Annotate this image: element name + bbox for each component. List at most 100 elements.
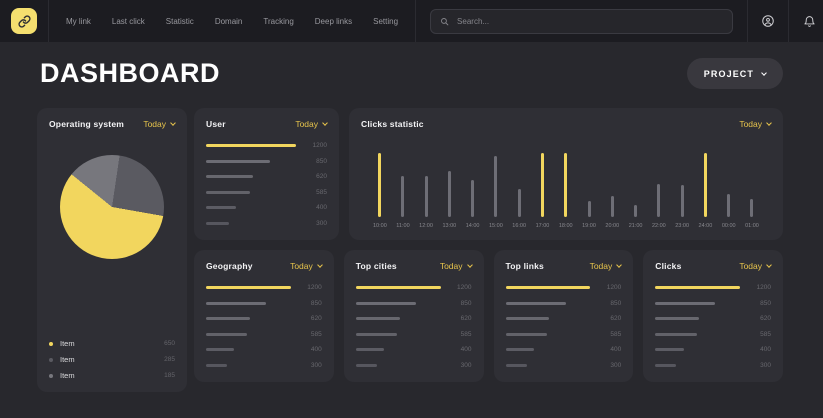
bar-track: [206, 286, 291, 289]
period-dropdown[interactable]: Today: [590, 261, 622, 271]
card-clicks: Clicks Today 1200850620585400300: [643, 250, 783, 382]
bar: [494, 156, 497, 217]
bar-area: [425, 153, 428, 217]
bar-value: 850: [449, 300, 472, 307]
x-axis-tick-label: 13:00: [442, 223, 456, 229]
card-title: Top cities: [356, 261, 397, 271]
logo-button[interactable]: [11, 8, 37, 34]
legend-dot: [49, 374, 53, 378]
user-bar-chart: 1200850620585400300: [206, 142, 327, 229]
nav-links: My link Last click Statistic Domain Trac…: [49, 0, 415, 42]
x-axis-tick-label: 00:00: [722, 223, 736, 229]
nav-link-deep-links[interactable]: Deep links: [315, 17, 352, 26]
x-axis-tick-label: 16:00: [512, 223, 526, 229]
bar-value: 850: [304, 158, 327, 165]
top-navbar: My link Last click Statistic Domain Trac…: [0, 0, 823, 42]
period-dropdown[interactable]: Today: [295, 119, 327, 129]
nav-link-tracking[interactable]: Tracking: [263, 17, 293, 26]
bar-row: 585: [206, 189, 327, 196]
card-top-links: Top links Today 1200850620585400300: [494, 250, 634, 382]
link-icon: [18, 15, 31, 28]
period-dropdown[interactable]: Today: [440, 261, 472, 271]
operating-system-pie-chart: [60, 155, 164, 259]
bar-track: [206, 348, 291, 351]
period-label: Today: [295, 119, 318, 129]
nav-link-my-link[interactable]: My link: [66, 17, 91, 26]
bar: [657, 184, 660, 217]
bar-column: 17:00: [536, 143, 550, 229]
card-title: Clicks statistic: [361, 119, 424, 129]
project-dropdown-button[interactable]: PROJECT: [687, 58, 783, 89]
period-dropdown[interactable]: Today: [739, 119, 771, 129]
bar: [206, 286, 291, 289]
bar-track: [356, 286, 441, 289]
period-dropdown[interactable]: Today: [143, 119, 175, 129]
bar-value: 1200: [598, 284, 621, 291]
card-operating-system: Operating system Today Item650Item285Ite…: [37, 108, 187, 392]
chevron-down-icon: [761, 70, 767, 76]
bar-value: 1200: [748, 284, 771, 291]
bar-value: 1200: [449, 284, 472, 291]
bar: [506, 333, 547, 336]
bar: [206, 160, 270, 163]
period-dropdown[interactable]: Today: [739, 261, 771, 271]
bar-value: 585: [304, 189, 327, 196]
period-label: Today: [440, 261, 463, 271]
bar-column: 01:00: [745, 143, 759, 229]
bar-area: [681, 153, 684, 217]
bar: [206, 144, 296, 147]
card-top-cities: Top cities Today 1200850620585400300: [344, 250, 484, 382]
chevron-down-icon: [766, 120, 772, 126]
bar-track: [356, 364, 441, 367]
bar-value: 300: [449, 362, 472, 369]
bar-track: [206, 317, 291, 320]
dashboard-grid: Operating system Today Item650Item285Ite…: [0, 108, 823, 392]
bar-value: 620: [449, 315, 472, 322]
search-input[interactable]: [455, 16, 723, 27]
bar-track: [206, 175, 296, 178]
bar-column: 21:00: [629, 143, 643, 229]
legend-row: Item185: [49, 371, 175, 380]
clicks-bar-chart: 1200850620585400300: [655, 284, 771, 371]
bar: [448, 171, 451, 217]
bar: [655, 333, 696, 336]
nav-link-domain[interactable]: Domain: [215, 17, 243, 26]
bar-area: [541, 153, 544, 217]
bar-row: 850: [356, 300, 472, 307]
card-user: User Today 1200850620585400300: [194, 108, 339, 240]
bar: [356, 364, 377, 367]
account-button[interactable]: [747, 0, 788, 42]
bar-row: 620: [506, 315, 622, 322]
nav-link-last-click[interactable]: Last click: [112, 17, 145, 26]
bar: [206, 222, 229, 225]
x-axis-tick-label: 20:00: [605, 223, 619, 229]
bar-row: 1200: [356, 284, 472, 291]
x-axis-tick-label: 17:00: [536, 223, 550, 229]
bar-row: 620: [206, 315, 322, 322]
period-label: Today: [143, 119, 166, 129]
bar-track: [506, 317, 591, 320]
nav-link-setting[interactable]: Setting: [373, 17, 398, 26]
nav-link-statistic[interactable]: Statistic: [166, 17, 194, 26]
bar-track: [206, 144, 296, 147]
chevron-down-icon: [317, 262, 323, 268]
bar-row: 400: [206, 346, 322, 353]
bar-row: 300: [206, 362, 322, 369]
bar-column: 11:00: [396, 143, 409, 229]
bar-value: 400: [748, 346, 771, 353]
bar-row: 1200: [506, 284, 622, 291]
bar-value: 400: [598, 346, 621, 353]
bar-track: [655, 333, 740, 336]
x-axis-tick-label: 19:00: [582, 223, 596, 229]
bar-value: 300: [748, 362, 771, 369]
notifications-button[interactable]: [788, 0, 823, 42]
search-box: [430, 9, 733, 34]
bar: [206, 302, 266, 305]
x-axis-tick-label: 24:00: [699, 223, 713, 229]
period-dropdown[interactable]: Today: [290, 261, 322, 271]
x-axis-tick-label: 18:00: [559, 223, 573, 229]
bar-value: 620: [748, 315, 771, 322]
top-cities-bar-chart: 1200850620585400300: [356, 284, 472, 371]
bar-area: [518, 153, 521, 217]
legend-value: 285: [164, 356, 175, 363]
